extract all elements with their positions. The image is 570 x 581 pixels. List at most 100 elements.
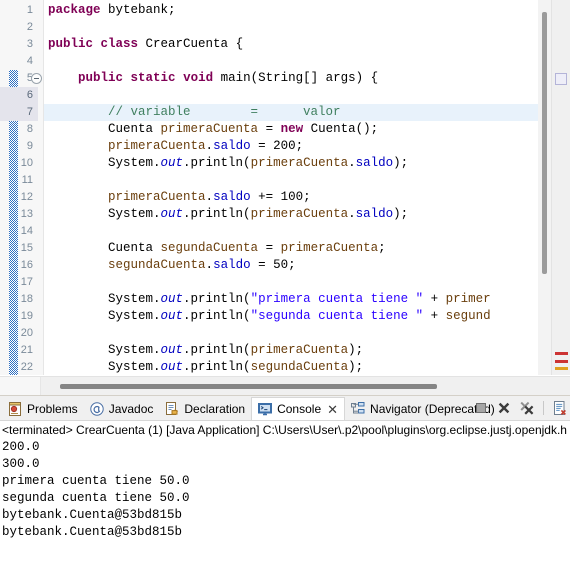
tab-label: Declaration — [184, 402, 246, 416]
line-number: 18 — [20, 293, 33, 305]
tab-javadoc[interactable]: Javadoc — [84, 398, 160, 420]
eclipse-window: 1 2 3 4 5 6 7 8 9 10 11 12 13 14 15 16 17 18 19 20 21 22 pack… — [0, 0, 570, 581]
code-token-plain: = 50; — [250, 258, 296, 272]
code-line[interactable]: // variable = valor — [44, 104, 570, 121]
gutter-inner: 1 2 3 4 5 6 7 8 9 10 11 12 13 14 15 16 17 18 19 20 21 22 — [0, 0, 43, 375]
problems-icon — [7, 401, 23, 417]
code-line[interactable] — [44, 172, 570, 189]
editor-overview-ruler[interactable] — [551, 0, 570, 375]
code-token-lvar: segundaCuenta — [160, 241, 259, 255]
editor-vertical-scrollbar-thumb[interactable] — [542, 12, 547, 274]
code-token-plain: ); — [393, 207, 409, 221]
code-token-lvar: primeraCuenta — [108, 190, 206, 204]
editor-body[interactable]: 1 2 3 4 5 6 7 8 9 10 11 12 13 14 15 16 17 18 19 20 21 22 pack… — [0, 0, 570, 375]
code-line[interactable]: System.out.println("primera cuenta tiene… — [44, 291, 570, 308]
code-token-sfld: saldo — [355, 207, 394, 221]
code-token-plain: .println( — [183, 207, 251, 221]
code-token-sfld: saldo — [213, 190, 251, 204]
line-number: 12 — [20, 191, 33, 203]
editor-horizontal-scrollbar[interactable] — [0, 376, 570, 395]
code-token-plain: System. — [48, 156, 161, 170]
code-line[interactable] — [44, 19, 570, 36]
code-token-plain: .println( — [183, 292, 251, 306]
code-line[interactable]: package bytebank; — [44, 2, 570, 19]
tab-problems[interactable]: Problems — [2, 398, 84, 420]
gutter-scroll-corner — [0, 377, 41, 395]
console-view-toolbar[interactable] — [473, 397, 568, 419]
code-line[interactable]: System.out.println(primeraCuenta.saldo); — [44, 206, 570, 223]
code-line[interactable]: System.out.println(primeraCuenta.saldo); — [44, 155, 570, 172]
line-number: 20 — [20, 327, 33, 339]
overview-cursor-box — [555, 73, 567, 85]
code-token-fld: out — [160, 156, 184, 170]
code-line[interactable] — [44, 274, 570, 291]
code-token-fld: out — [160, 292, 184, 306]
line-number: 3 — [26, 38, 33, 50]
code-token-str: "primera cuenta tiene " — [250, 292, 424, 306]
code-line[interactable]: System.out.println("segunda cuenta tiene… — [44, 308, 570, 325]
bottom-view-stack: Problems Javadoc Declaration Console ✕ Naviga… — [0, 396, 570, 581]
code-token-kw: public — [48, 37, 94, 51]
remove-all-launches-button[interactable] — [519, 400, 535, 416]
code-token-str: "segunda cuenta tiene " — [250, 309, 424, 323]
console-output-line: primera cuenta tiene 50.0 — [2, 474, 190, 488]
overview-marker[interactable] — [555, 352, 568, 355]
code-token-plain: System. — [48, 360, 161, 374]
line-number: 4 — [26, 55, 33, 67]
code-token-plain: System. — [48, 343, 161, 357]
code-token-lvar: segundaCuenta — [108, 258, 206, 272]
code-token-kw: public — [78, 71, 124, 85]
line-number: 10 — [20, 157, 33, 169]
code-line[interactable]: System.out.println(primeraCuenta); — [44, 342, 570, 359]
line-number: 2 — [26, 21, 33, 33]
remove-launch-button[interactable] — [496, 400, 512, 416]
code-line[interactable] — [44, 223, 570, 240]
code-token-plain: CrearCuenta { — [138, 37, 244, 51]
view-tabbar[interactable]: Problems Javadoc Declaration Console ✕ Naviga… — [0, 396, 570, 420]
code-line[interactable]: public static void main(String[] args) { — [44, 70, 570, 87]
declaration-icon — [164, 401, 180, 417]
terminate-button[interactable] — [473, 400, 489, 416]
code-line[interactable]: System.out.println(segundaCuenta); — [44, 359, 570, 375]
code-line[interactable]: segundaCuenta.saldo = 50; — [44, 257, 570, 274]
code-token-lvar: primer — [445, 292, 491, 306]
fold-collapse-icon[interactable] — [31, 73, 42, 84]
code-line[interactable]: primeraCuenta.saldo = 200; — [44, 138, 570, 155]
java-editor[interactable]: 1 2 3 4 5 6 7 8 9 10 11 12 13 14 15 16 17 18 19 20 21 22 pack… — [0, 0, 570, 396]
code-line[interactable]: primeraCuenta.saldo += 100; — [44, 189, 570, 206]
console-view[interactable]: <terminated> CrearCuenta (1) [Java Appli… — [0, 420, 570, 581]
overview-marker[interactable] — [555, 367, 568, 370]
code-token-plain: bytebank; — [100, 3, 176, 17]
code-line[interactable] — [44, 53, 570, 70]
tab-console[interactable]: Console ✕ — [251, 397, 346, 420]
code-token-plain: .println( — [183, 156, 251, 170]
code-token-plain: . — [348, 156, 356, 170]
tab-declaration[interactable]: Declaration — [159, 398, 251, 420]
clear-console-button[interactable] — [552, 400, 568, 416]
editor-vertical-scrollbar[interactable] — [538, 0, 551, 375]
code-token-lvar: segund — [445, 309, 491, 323]
code-line[interactable] — [44, 325, 570, 342]
code-token-plain: Cuenta(); — [303, 122, 379, 136]
code-text-area[interactable]: package bytebank; public class CrearCuent… — [44, 0, 570, 375]
code-token-plain: = — [258, 241, 281, 255]
code-token-sfld: saldo — [355, 156, 394, 170]
code-line[interactable] — [44, 87, 570, 104]
line-number: 21 — [20, 344, 33, 356]
console-output[interactable]: 200.0 300.0 primera cuenta tiene 50.0 segun… — [0, 439, 570, 541]
code-line[interactable]: Cuenta primeraCuenta = new Cuenta(); — [44, 121, 570, 138]
editor-gutter[interactable]: 1 2 3 4 5 6 7 8 9 10 11 12 13 14 15 16 17 18 19 20 21 22 — [0, 0, 44, 375]
code-token-kw: static — [130, 71, 176, 85]
overview-marker[interactable] — [555, 360, 568, 363]
code-line[interactable]: Cuenta segundaCuenta = primeraCuenta; — [44, 240, 570, 257]
code-token-lvar: primeraCuenta — [280, 241, 379, 255]
code-line[interactable]: public class CrearCuenta { — [44, 36, 570, 53]
tab-close-icon[interactable]: ✕ — [327, 403, 338, 416]
editor-horizontal-scrollbar-thumb[interactable] — [60, 384, 437, 389]
line-number: 19 — [20, 310, 33, 322]
